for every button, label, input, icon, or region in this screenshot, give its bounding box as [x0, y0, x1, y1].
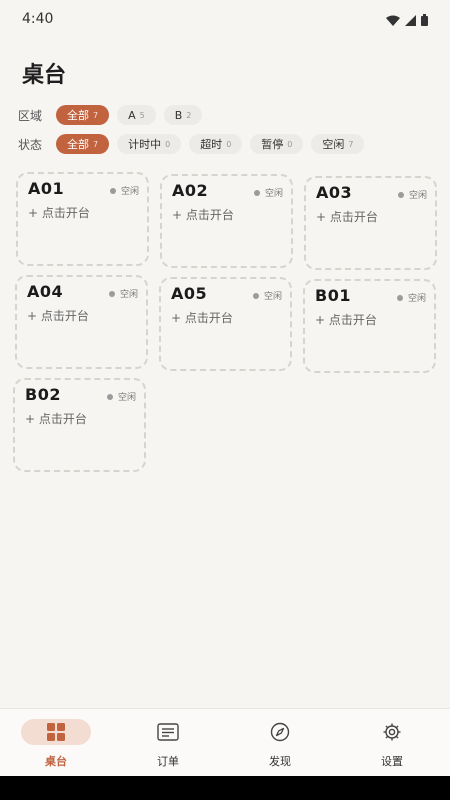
table-card[interactable]: B02 空闲 + 点击开台: [13, 378, 146, 472]
status-dot: [106, 393, 113, 400]
table-card[interactable]: B01 空闲 + 点击开台: [303, 279, 436, 373]
table-status-label: 空闲: [408, 191, 427, 201]
table-name: A05: [171, 284, 208, 303]
open-table-button[interactable]: + 点击开台: [171, 309, 233, 326]
table-status: 空闲: [106, 390, 136, 403]
tab-label: 发现: [269, 755, 291, 768]
open-table-button[interactable]: + 点击开台: [25, 410, 87, 427]
table-status: 空闲: [108, 287, 138, 300]
bottom-tab-bar: 桌台 订单 发现 设置: [0, 708, 450, 776]
chip-count: 0: [165, 139, 171, 149]
status-dot: [253, 189, 260, 196]
chip-label: B: [174, 108, 183, 122]
table-card[interactable]: A01 空闲 + 点击开台: [16, 172, 149, 266]
status-chip-idle[interactable]: 空闲 7: [311, 134, 365, 154]
chip-count: 5: [139, 110, 145, 120]
table-status-label: 空闲: [119, 290, 138, 300]
area-chip-b[interactable]: B 2: [163, 105, 203, 125]
area-filter-row: 区域 全部 7 A 5 B 2: [18, 105, 210, 125]
system-navigation-bar: [0, 776, 450, 800]
receipt-icon: [157, 723, 179, 741]
table-name: A04: [27, 282, 64, 301]
table-name: B01: [315, 286, 351, 305]
table-card[interactable]: A02 空闲 + 点击开台: [160, 174, 293, 268]
status-filter-row: 状态 全部 7 计时中 0 超时 0 暂停 0 空闲 7: [18, 134, 372, 154]
status-dot: [397, 191, 404, 198]
chip-label: 全部: [67, 138, 89, 151]
table-status-label: 空闲: [263, 292, 282, 302]
chip-label: 空闲: [322, 138, 345, 151]
tab-label: 设置: [381, 755, 403, 768]
table-status: 空闲: [109, 184, 139, 197]
chip-label: 计时中: [128, 138, 162, 151]
chip-count: 2: [186, 110, 192, 120]
chip-count: 7: [93, 110, 99, 120]
status-chip-paused[interactable]: 暂停 0: [250, 134, 304, 154]
area-filter-label: 区域: [18, 108, 43, 123]
chip-count: 7: [93, 139, 99, 149]
tab-discover[interactable]: 发现: [224, 709, 336, 777]
open-table-button[interactable]: + 点击开台: [172, 206, 234, 223]
chip-label: 全部: [67, 109, 89, 122]
chip-label: A: [128, 108, 136, 122]
status-filter-label: 状态: [18, 137, 43, 152]
area-chip-a[interactable]: A 5: [117, 105, 156, 125]
table-name: A02: [172, 181, 209, 200]
wifi-icon: [386, 15, 400, 26]
chip-count: 7: [348, 139, 354, 149]
table-card[interactable]: A03 空闲 + 点击开台: [304, 176, 437, 270]
chip-label: 暂停: [261, 138, 284, 151]
tab-orders[interactable]: 订单: [112, 709, 224, 777]
table-status-label: 空闲: [407, 294, 426, 304]
status-chip-timing[interactable]: 计时中 0: [117, 134, 182, 154]
tab-icon-highlight: [21, 719, 91, 745]
signal-icon: [405, 14, 416, 26]
status-dot: [108, 290, 115, 297]
open-table-button[interactable]: + 点击开台: [316, 208, 378, 225]
compass-icon: [270, 722, 290, 742]
status-bar: 4:40: [0, 0, 450, 40]
chip-label: 超时: [200, 138, 223, 151]
table-status: 空闲: [396, 291, 426, 304]
status-dot: [396, 294, 403, 301]
table-name: B02: [25, 385, 61, 404]
status-icons: [386, 14, 428, 26]
tab-tables[interactable]: 桌台: [0, 709, 112, 777]
table-status: 空闲: [252, 289, 282, 302]
table-status: 空闲: [253, 186, 283, 199]
page-title: 桌台: [22, 63, 67, 88]
tab-icon-wrap: [357, 719, 427, 745]
status-dot: [109, 187, 116, 194]
gear-icon: [383, 723, 401, 741]
status-dot: [252, 292, 259, 299]
grid-icon: [47, 723, 65, 741]
table-card[interactable]: A05 空闲 + 点击开台: [159, 277, 292, 371]
area-chip-all[interactable]: 全部 7: [56, 105, 110, 125]
app-screen: 4:40 桌台 区域 全部 7 A 5 B 2 状态 全部 7 计时中 0 超时…: [0, 0, 450, 800]
open-table-button[interactable]: + 点击开台: [28, 204, 90, 221]
tab-settings[interactable]: 设置: [336, 709, 448, 777]
table-status-label: 空闲: [117, 393, 136, 403]
chip-count: 0: [226, 139, 232, 149]
table-status-label: 空闲: [120, 187, 139, 197]
table-name: A01: [28, 179, 65, 198]
status-chip-overtime[interactable]: 超时 0: [189, 134, 243, 154]
open-table-button[interactable]: + 点击开台: [27, 307, 89, 324]
tab-label: 桌台: [45, 755, 67, 768]
status-time: 4:40: [22, 11, 54, 27]
table-name: A03: [316, 183, 353, 202]
tab-icon-wrap: [245, 719, 315, 745]
chip-count: 0: [287, 139, 293, 149]
table-card[interactable]: A04 空闲 + 点击开台: [15, 275, 148, 369]
tab-label: 订单: [157, 755, 179, 768]
status-chip-all[interactable]: 全部 7: [56, 134, 110, 154]
table-status: 空闲: [397, 188, 427, 201]
open-table-button[interactable]: + 点击开台: [315, 311, 377, 328]
tab-icon-wrap: [133, 719, 203, 745]
battery-icon: [421, 14, 428, 26]
table-status-label: 空闲: [264, 189, 283, 199]
